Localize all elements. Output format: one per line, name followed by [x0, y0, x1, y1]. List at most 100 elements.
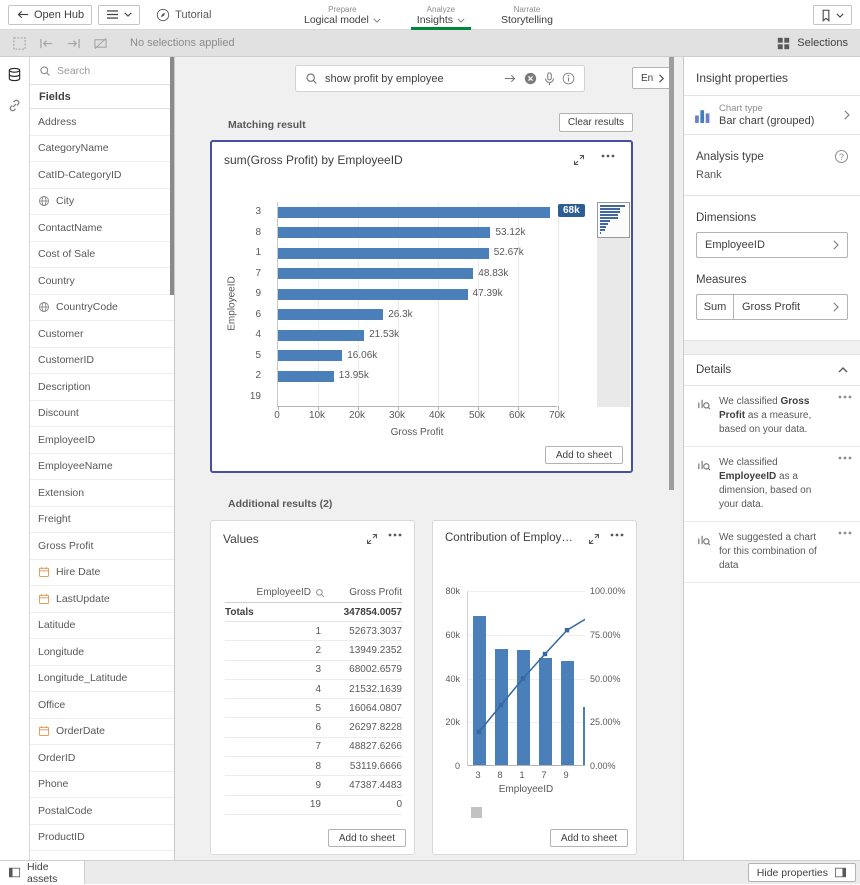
- field-item-customerid[interactable]: CustomerID: [30, 348, 174, 375]
- field-item-orderid[interactable]: OrderID: [30, 745, 174, 772]
- expand-icon[interactable]: [573, 154, 585, 166]
- table-row[interactable]: 626297.8228: [225, 718, 402, 737]
- field-item-gross-profit[interactable]: Gross Profit: [30, 533, 174, 560]
- nav-prepare[interactable]: Prepare Logical model: [298, 0, 387, 30]
- field-item-freight[interactable]: Freight: [30, 507, 174, 534]
- table-row[interactable]: 368002.6579: [225, 661, 402, 680]
- field-item-categoryname[interactable]: CategoryName: [30, 136, 174, 163]
- field-item-discount[interactable]: Discount: [30, 401, 174, 428]
- table-row[interactable]: 421532.1639: [225, 680, 402, 699]
- add-to-sheet-button[interactable]: Add to sheet: [550, 829, 628, 847]
- bar-employee-2[interactable]: [278, 371, 334, 382]
- field-item-employeeid[interactable]: EmployeeID: [30, 427, 174, 454]
- table-row[interactable]: 152673.3037: [225, 622, 402, 641]
- bookmark-button[interactable]: [813, 5, 852, 25]
- bar-employee-4[interactable]: [278, 330, 364, 341]
- hide-properties-button[interactable]: Hide properties: [748, 863, 856, 882]
- selection-tool-icon[interactable]: [12, 36, 27, 51]
- chart-minimap[interactable]: [597, 202, 630, 238]
- field-item-lastupdate[interactable]: LastUpdate: [30, 586, 174, 613]
- nav-narrate[interactable]: Narrate Storytelling: [495, 0, 559, 30]
- bar-employee-6[interactable]: [278, 309, 383, 320]
- chart-scroll-strip[interactable]: [597, 202, 630, 407]
- contribution-chart-card[interactable]: Contribution of Employe... 020k40k60k80k…: [432, 520, 637, 855]
- details-section-header[interactable]: Details: [684, 355, 860, 386]
- scrollbar-thumb[interactable]: [669, 57, 674, 490]
- open-hub-button[interactable]: Open Hub: [8, 5, 92, 25]
- bar-employee-8[interactable]: [278, 227, 490, 238]
- bar-employee-9[interactable]: [278, 289, 468, 300]
- more-options-icon[interactable]: [838, 395, 852, 437]
- field-item-hire-date[interactable]: Hire Date: [30, 560, 174, 587]
- more-options-icon[interactable]: [388, 533, 402, 537]
- clear-search-icon[interactable]: [524, 72, 537, 85]
- measure-field-button[interactable]: Gross Profit: [734, 294, 848, 320]
- table-row[interactable]: 947387.4483: [225, 776, 402, 795]
- table-row[interactable]: 853119.6666: [225, 757, 402, 776]
- table-row[interactable]: 516064.0807: [225, 699, 402, 718]
- field-item-contactname[interactable]: ContactName: [30, 215, 174, 242]
- field-item-office[interactable]: Office: [30, 692, 174, 719]
- more-options-icon[interactable]: [838, 531, 852, 573]
- chart-type-row[interactable]: Chart type Bar chart (grouped): [684, 95, 860, 135]
- field-item-countrycode[interactable]: CountryCode: [30, 295, 174, 322]
- dimension-field-button[interactable]: EmployeeID: [696, 232, 848, 258]
- field-item-phone[interactable]: Phone: [30, 772, 174, 799]
- step-forward-icon[interactable]: [66, 37, 81, 50]
- values-table-card[interactable]: Values EmployeeID Gross Profit Totals 34…: [210, 520, 415, 855]
- expand-icon[interactable]: [588, 533, 600, 545]
- column-header-employee-id[interactable]: EmployeeID: [225, 587, 325, 598]
- table-row[interactable]: 748827.6266: [225, 738, 402, 757]
- bar-employee-7[interactable]: [278, 268, 473, 279]
- table-row[interactable]: 190: [225, 796, 402, 815]
- add-to-sheet-button[interactable]: Add to sheet: [328, 829, 406, 847]
- submit-arrow-icon[interactable]: [504, 73, 517, 84]
- step-back-icon[interactable]: [39, 37, 54, 50]
- fields-search-input[interactable]: [57, 65, 165, 77]
- bar-employee-1[interactable]: [278, 248, 489, 259]
- clear-results-button[interactable]: Clear results: [559, 113, 633, 132]
- clear-selections-icon[interactable]: [93, 37, 108, 50]
- fields-scrollbar[interactable]: [169, 57, 174, 860]
- main-scrollbar[interactable]: [669, 57, 674, 860]
- field-item-longitude[interactable]: Longitude: [30, 639, 174, 666]
- info-icon[interactable]: [562, 72, 575, 85]
- more-options-icon[interactable]: [610, 533, 624, 537]
- field-item-city[interactable]: City: [30, 189, 174, 216]
- fields-search[interactable]: [30, 57, 174, 85]
- matching-result-card[interactable]: sum(Gross Profit) by EmployeeID Employee…: [210, 140, 633, 473]
- link-icon[interactable]: [7, 98, 22, 113]
- language-button[interactable]: En: [632, 67, 673, 89]
- microphone-icon[interactable]: [544, 72, 555, 86]
- legend-swatch[interactable]: [471, 807, 482, 818]
- bar-employee-3[interactable]: [278, 207, 550, 218]
- field-item-address[interactable]: Address: [30, 109, 174, 136]
- bar-employee-5[interactable]: [278, 350, 342, 361]
- field-item-longitude-latitude[interactable]: Longitude_Latitude: [30, 666, 174, 693]
- global-menu-button[interactable]: [98, 5, 140, 25]
- field-item-postalcode[interactable]: PostalCode: [30, 798, 174, 825]
- field-item-catid-categoryid[interactable]: CatID-CategoryID: [30, 162, 174, 189]
- tutorial-link[interactable]: Tutorial: [156, 8, 211, 22]
- field-item-orderdate[interactable]: OrderDate: [30, 719, 174, 746]
- field-item-employeename[interactable]: EmployeeName: [30, 454, 174, 481]
- field-item-productid[interactable]: ProductID: [30, 825, 174, 852]
- hide-assets-button[interactable]: Hide assets: [0, 861, 85, 884]
- field-item-country[interactable]: Country: [30, 268, 174, 295]
- field-item-description[interactable]: Description: [30, 374, 174, 401]
- add-to-sheet-button[interactable]: Add to sheet: [545, 446, 623, 464]
- expand-icon[interactable]: [366, 533, 378, 545]
- nav-analyze[interactable]: Analyze Insights: [411, 0, 471, 30]
- field-item-customer[interactable]: Customer: [30, 321, 174, 348]
- field-item-latitude[interactable]: Latitude: [30, 613, 174, 640]
- table-row[interactable]: 213949.2352: [225, 641, 402, 660]
- more-options-icon[interactable]: [838, 456, 852, 512]
- aggregation-button[interactable]: Sum: [696, 294, 734, 320]
- help-icon[interactable]: ?: [835, 150, 848, 163]
- more-options-icon[interactable]: [601, 154, 615, 158]
- search-icon[interactable]: [315, 588, 325, 598]
- data-fields-icon[interactable]: [7, 67, 22, 82]
- field-item-extension[interactable]: Extension: [30, 480, 174, 507]
- selections-tool-button[interactable]: Selections: [765, 30, 860, 56]
- column-header-gross-profit[interactable]: Gross Profit: [325, 587, 402, 598]
